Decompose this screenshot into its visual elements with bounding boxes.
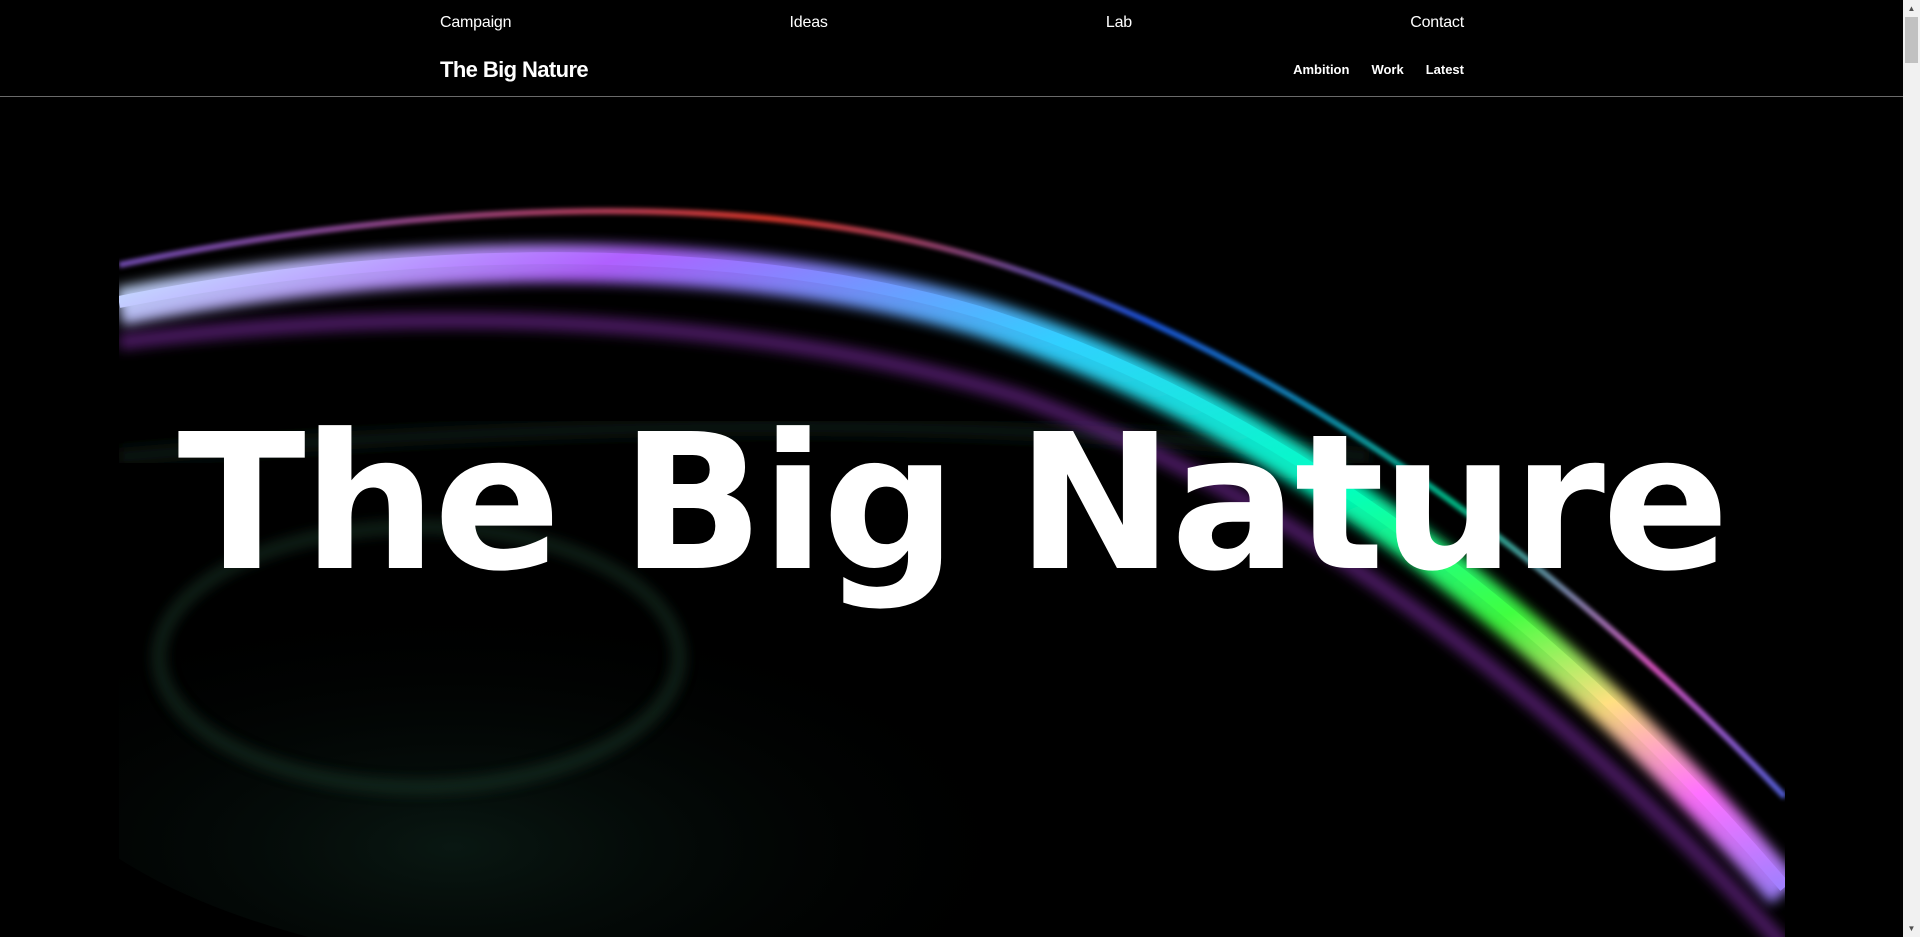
top-nav: Campaign Ideas Lab Contact <box>440 0 1464 45</box>
page-scrollbar[interactable]: ▲ ▼ <box>1903 0 1920 937</box>
brand-logo[interactable]: The Big Nature <box>440 57 589 83</box>
section-nav-work[interactable]: Work <box>1371 62 1403 77</box>
hero-title: The Big Nature <box>177 394 1730 613</box>
section-nav-ambition[interactable]: Ambition <box>1293 62 1349 77</box>
top-nav-ideas[interactable]: Ideas <box>790 14 828 32</box>
site-header: The Big Nature Ambition Work Latest <box>0 45 1904 97</box>
triangle-up-icon[interactable]: ▲ <box>1903 0 1920 17</box>
section-nav: Ambition Work Latest <box>1293 62 1464 77</box>
page: Campaign Ideas Lab Contact The Big Natur… <box>0 0 1920 937</box>
top-nav-lab[interactable]: Lab <box>1106 14 1132 32</box>
top-nav-contact[interactable]: Contact <box>1410 14 1464 32</box>
top-nav-campaign[interactable]: Campaign <box>440 14 512 32</box>
triangle-down-icon[interactable]: ▼ <box>1903 920 1920 937</box>
scrollbar-thumb[interactable] <box>1905 17 1918 63</box>
section-nav-latest[interactable]: Latest <box>1426 62 1464 77</box>
